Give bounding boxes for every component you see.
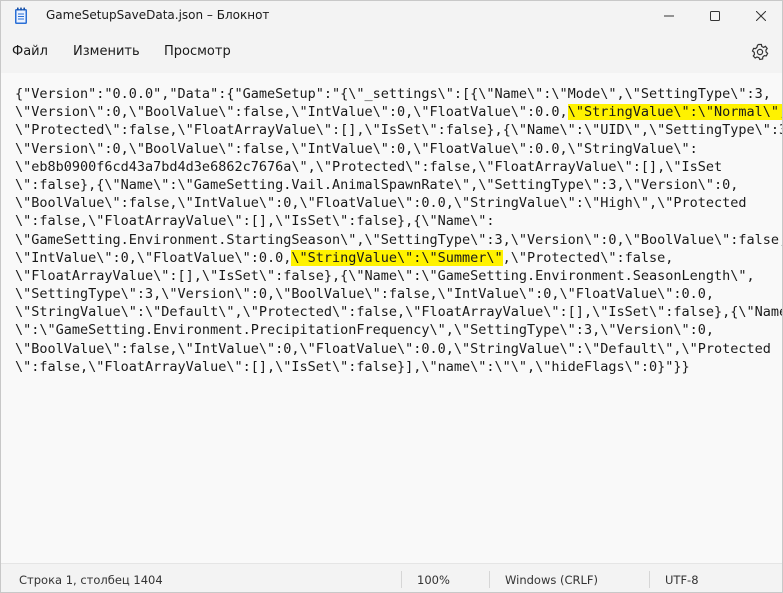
editor-text-segment: \"BoolValue\":false,\"IntValue\":0,\"Flo…: [15, 195, 747, 212]
editor-line: \":false},{\"Name\":\"GameSetting.Vail.A…: [15, 176, 780, 194]
editor-line: \"Protected\":false,\"FloatArrayValue\":…: [15, 121, 783, 139]
notepad-window: GameSetupSaveData.json – Блокнот Файл Из…: [0, 0, 783, 593]
close-button[interactable]: [738, 1, 782, 31]
highlighted-text: \"StringValue\":\"Summer\": [291, 249, 503, 266]
menu-file[interactable]: Файл: [12, 44, 48, 59]
editor-text-segment: \":false,\"FloatArrayValue\":[],\"IsSet\…: [15, 213, 495, 230]
editor-text-segment: \"Protected\":false,\"FloatArrayValue\":…: [15, 122, 783, 139]
editor-line: \"IntValue\":0,\"FloatValue\":0.0,\"Stri…: [15, 249, 780, 267]
settings-button[interactable]: [750, 42, 770, 62]
editor-content[interactable]: {"Version":"0.0.0","Data":{"GameSetup":"…: [15, 85, 783, 376]
gear-icon: [751, 43, 769, 61]
zoom-level: 100%: [417, 573, 450, 587]
title-bar[interactable]: GameSetupSaveData.json – Блокнот: [1, 1, 782, 31]
maximize-button[interactable]: [692, 1, 738, 31]
editor-line: \":false,\"FloatArrayValue\":[],\"IsSet\…: [15, 212, 780, 230]
editor-text-segment: ,\"Protected\":false,: [502, 249, 674, 266]
editor-text-segment: \"Version\":0,\"BoolValue\":false,\"IntV…: [15, 140, 698, 157]
editor-line: \"BoolValue\":false,\"IntValue\":0,\"Flo…: [15, 340, 780, 358]
editor-text-segment: \":\"GameSetting.Environment.Precipitati…: [15, 322, 714, 339]
minimize-button[interactable]: [646, 1, 692, 31]
status-bar: Строка 1, столбец 1404 100% Windows (CRL…: [1, 563, 782, 592]
status-divider: [489, 571, 490, 588]
editor-line: \"eb8b0900f6cd43a7bd4d3e6862c7676a\",\"P…: [15, 158, 780, 176]
highlighted-text: \"StringValue\":\"Normal\",: [567, 104, 782, 121]
editor-text-segment: \"Version\":0,\"BoolValue\":false,\"IntV…: [15, 104, 568, 121]
menu-bar: Файл Изменить Просмотр: [1, 31, 782, 73]
editor-text-segment: {"Version":"0.0.0","Data":{"GameSetup":"…: [15, 86, 771, 102]
editor-line: \"Version\":0,\"BoolValue\":false,\"IntV…: [15, 140, 780, 158]
editor-line: {"Version":"0.0.0","Data":{"GameSetup":"…: [15, 85, 780, 103]
text-editor[interactable]: {"Version":"0.0.0","Data":{"GameSetup":"…: [1, 73, 782, 563]
menu-edit[interactable]: Изменить: [73, 44, 140, 59]
editor-line: \":\"GameSetting.Environment.Precipitati…: [15, 321, 780, 339]
line-ending: Windows (CRLF): [505, 573, 599, 587]
editor-line: \"StringValue\":\"Default\",\"Protected\…: [15, 303, 783, 321]
cursor-position: Строка 1, столбец 1404: [19, 573, 163, 587]
editor-line: \":false,\"FloatArrayValue\":[],\"IsSet\…: [15, 358, 780, 376]
editor-line: \"GameSetting.Environment.StartingSeason…: [15, 231, 783, 249]
editor-text-segment: \":false,\"FloatArrayValue\":[],\"IsSet\…: [15, 358, 690, 375]
editor-text-segment: \"IntValue\":0,\"FloatValue\":0.0,: [15, 249, 292, 266]
editor-text-segment: \"BoolValue\":false,\"IntValue\":0,\"Flo…: [15, 340, 771, 357]
status-divider: [401, 571, 402, 588]
editor-line: \"Version\":0,\"BoolValue\":false,\"IntV…: [15, 103, 782, 121]
editor-line: \"SettingType\":3,\"Version\":0,\"BoolVa…: [15, 285, 780, 303]
editor-line: \"BoolValue\":false,\"IntValue\":0,\"Flo…: [15, 194, 780, 212]
status-divider: [649, 571, 650, 588]
editor-text-segment: \":false},{\"Name\":\"GameSetting.Vail.A…: [15, 176, 739, 193]
minimize-icon: [664, 15, 674, 17]
editor-text-segment: \"SettingType\":3,\"Version\":0,\"BoolVa…: [15, 286, 714, 303]
window-title: GameSetupSaveData.json – Блокнот: [46, 8, 270, 22]
editor-text-segment: \"StringValue\":\"Default\",\"Protected\…: [15, 304, 783, 321]
editor-text-segment: \"GameSetting.Environment.StartingSeason…: [15, 231, 783, 248]
menu-view[interactable]: Просмотр: [164, 44, 231, 59]
editor-text-segment: \"eb8b0900f6cd43a7bd4d3e6862c7676a\",\"P…: [15, 158, 723, 175]
encoding: UTF-8: [665, 573, 699, 587]
editor-line: \"FloatArrayValue\":[],\"IsSet\":false},…: [15, 267, 780, 285]
maximize-icon: [710, 11, 720, 21]
editor-text-segment: \"FloatArrayValue\":[],\"IsSet\":false},…: [15, 267, 755, 284]
close-icon: [756, 11, 766, 21]
notepad-app-icon: [14, 7, 28, 25]
